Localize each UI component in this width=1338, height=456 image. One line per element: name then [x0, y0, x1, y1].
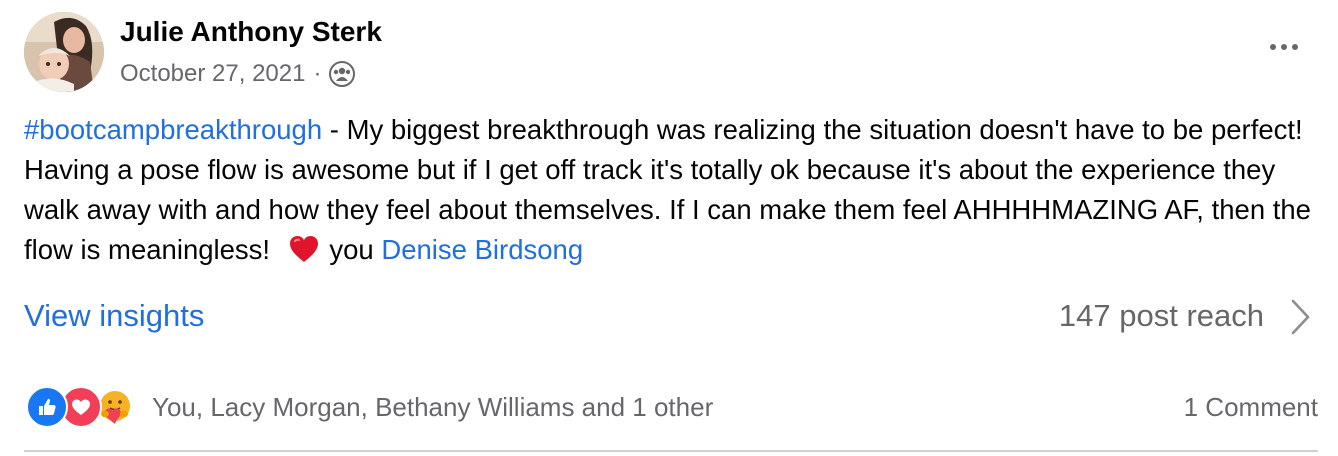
dot	[1281, 44, 1287, 50]
post-meta: October 27, 2021 ·	[120, 60, 356, 88]
heart-emoji-icon	[288, 234, 320, 275]
post-text-after-heart: you	[321, 234, 382, 265]
view-insights-link[interactable]: View insights	[24, 298, 204, 334]
post-date[interactable]: October 27, 2021	[120, 60, 305, 88]
chevron-right-icon[interactable]	[1284, 296, 1314, 338]
post-reach[interactable]: 147 post reach	[1059, 298, 1264, 334]
author-avatar[interactable]	[24, 12, 104, 92]
dot	[1270, 44, 1276, 50]
friends-icon[interactable]	[329, 61, 356, 87]
comment-count[interactable]: 1 Comment	[1184, 392, 1318, 423]
avatar-photo	[24, 12, 104, 92]
meta-separator: ·	[313, 60, 322, 87]
post-text: #bootcampbreakthrough - My biggest break…	[24, 110, 1314, 275]
dot	[1292, 44, 1298, 50]
more-options-button[interactable]	[1262, 30, 1306, 64]
hashtag-link[interactable]: #bootcampbreakthrough	[24, 114, 322, 145]
divider	[24, 450, 1318, 452]
mention-link[interactable]: Denise Birdsong	[381, 234, 583, 265]
like-icon	[26, 386, 68, 428]
reaction-icons[interactable]	[26, 386, 136, 428]
reactors-list[interactable]: You, Lacy Morgan, Bethany Williams and 1…	[152, 392, 713, 423]
author-name[interactable]: Julie Anthony Sterk	[120, 16, 382, 48]
